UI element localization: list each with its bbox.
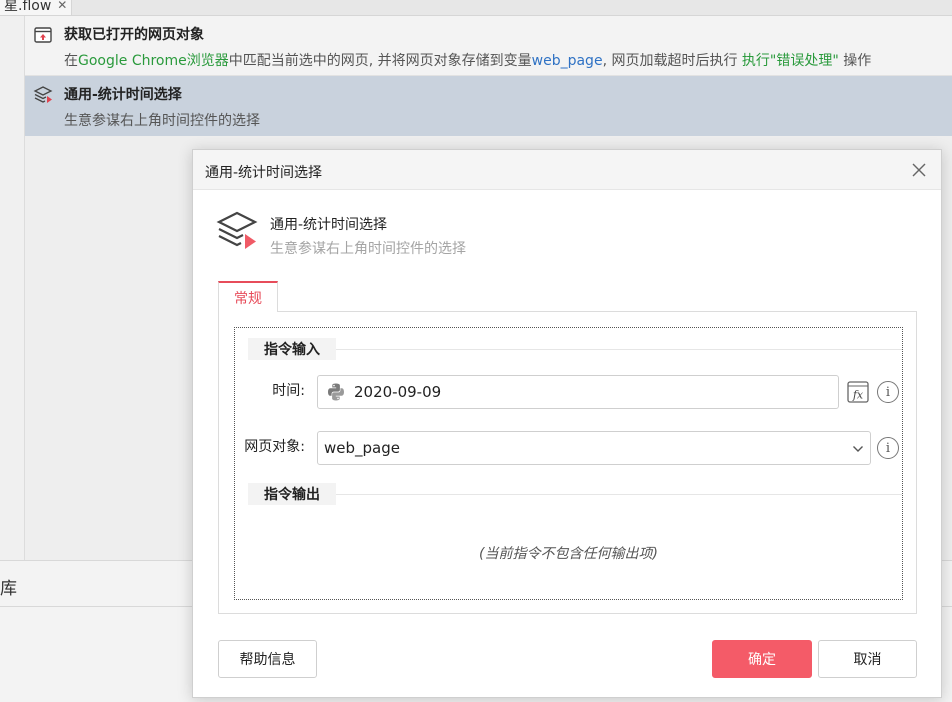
command-description: 生意参谋右上角时间控件的选择	[270, 241, 466, 257]
step-description: 生意参谋右上角时间控件的选择	[64, 113, 260, 129]
close-icon[interactable]: ✕	[57, 0, 67, 12]
time-label: 时间:	[272, 383, 305, 399]
editor-tab-bar: 星.flow ✕	[0, 0, 952, 16]
time-value: 2020-09-09	[354, 383, 442, 401]
library-label: 库	[0, 579, 17, 599]
layers-icon	[33, 86, 53, 103]
error-action: 执行"错误处理"	[741, 53, 839, 69]
command-name: 通用-统计时间选择	[270, 217, 388, 233]
step-description: 在Google Chrome浏览器中匹配当前选中的网页, 并将网页对象存储到变量…	[64, 50, 871, 70]
step-desc-text: 中匹配当前选中的网页, 并将网页对象存储到变量	[228, 53, 532, 69]
chevron-down-icon	[853, 446, 863, 452]
flow-tab-label: 星.flow	[4, 0, 52, 14]
dialog-title: 通用-统计时间选择	[205, 165, 323, 181]
tab-general[interactable]: 常规	[218, 281, 278, 312]
webobj-label: 网页对象:	[244, 439, 305, 455]
help-button[interactable]: 帮助信息	[218, 640, 317, 678]
close-icon[interactable]	[907, 158, 931, 182]
confirm-button[interactable]: 确定	[712, 640, 812, 678]
section-input-heading: 指令输入	[248, 338, 336, 360]
step-config-dialog: 通用-统计时间选择 通用-统计时间选择 生意参谋右上角时间控件的选择 常规 指令…	[192, 149, 942, 698]
variable-name: web_page	[531, 53, 603, 69]
step-desc-text: 操作	[838, 53, 872, 69]
svg-text:fx: fx	[852, 389, 864, 402]
layers-icon	[216, 211, 258, 249]
no-output-message: (当前指令不包含任何输出项)	[479, 546, 658, 562]
section-divider	[248, 494, 902, 495]
step-row-selected[interactable]: 通用-统计时间选择 生意参谋右上角时间控件的选择	[25, 76, 952, 136]
line-gutter	[0, 16, 25, 560]
tab-panel-general: 指令输入 时间: 2020-09-09 fx i 网页对象: web_page	[218, 311, 917, 614]
fx-icon[interactable]: fx	[847, 381, 869, 403]
python-icon	[328, 383, 344, 401]
browser-name: Google Chrome浏览器	[78, 53, 229, 69]
webobj-value: web_page	[324, 439, 400, 457]
time-input[interactable]: 2020-09-09	[317, 375, 839, 409]
cancel-button[interactable]: 取消	[818, 640, 917, 678]
step-title: 获取已打开的网页对象	[64, 27, 204, 43]
info-icon[interactable]: i	[877, 437, 899, 459]
step-desc-text: , 网页加载超时后执行	[602, 53, 742, 69]
step-row[interactable]: 获取已打开的网页对象 在Google Chrome浏览器中匹配当前选中的网页, …	[25, 16, 952, 76]
browser-window-icon	[34, 27, 52, 43]
close-glyph	[912, 163, 926, 177]
step-title: 通用-统计时间选择	[64, 87, 182, 103]
webobj-select[interactable]: web_page	[317, 431, 871, 465]
params-area: 指令输入 时间: 2020-09-09 fx i 网页对象: web_page	[234, 327, 903, 600]
flow-tab[interactable]: 星.flow ✕	[0, 0, 73, 15]
section-divider	[248, 349, 902, 350]
step-desc-text: 在	[64, 53, 78, 69]
section-output-heading: 指令输出	[248, 483, 336, 505]
info-icon[interactable]: i	[877, 381, 899, 403]
dialog-header: 通用-统计时间选择	[193, 150, 941, 190]
